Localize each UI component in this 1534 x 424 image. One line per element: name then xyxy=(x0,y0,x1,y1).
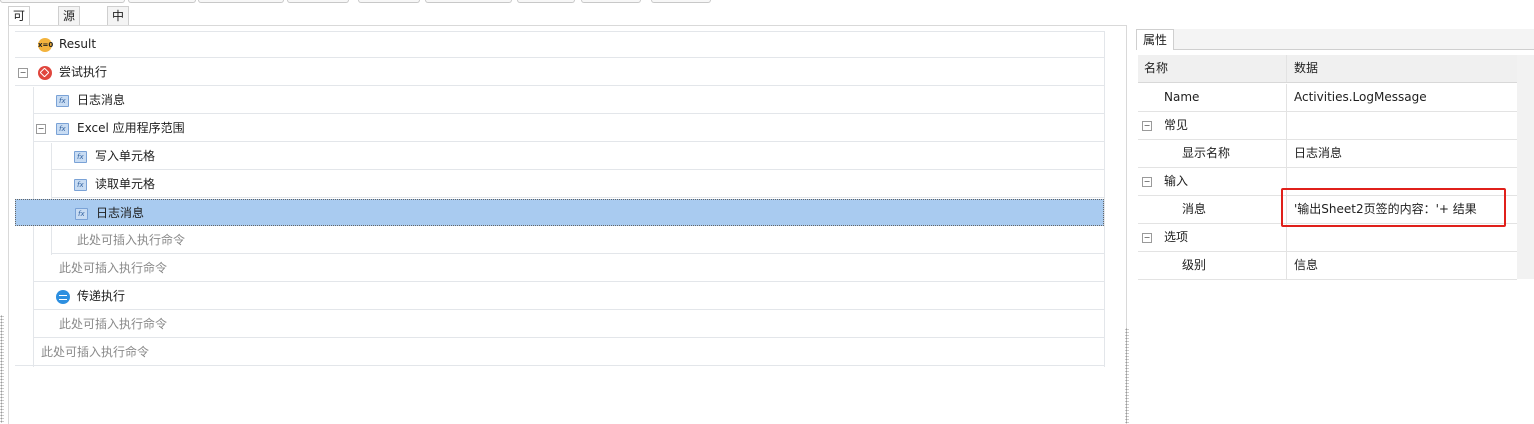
property-row-name[interactable]: Name Activities.LogMessage xyxy=(1138,84,1517,112)
insert-hint: 此处可插入执行命令 xyxy=(41,345,150,359)
properties-scrollbar[interactable] xyxy=(1517,55,1534,279)
column-header-name: 名称 xyxy=(1144,61,1169,75)
fx-icon xyxy=(56,95,69,107)
pass-through-icon xyxy=(56,290,70,304)
workflow-designer: x=0 Result − 尝试执行 日志消息 − Excel 应用程序范围 写入… xyxy=(8,25,1127,424)
column-header-data: 数据 xyxy=(1294,61,1319,75)
property-value[interactable]: 信息 xyxy=(1294,252,1318,279)
property-value: Activities.LogMessage xyxy=(1294,90,1427,104)
resize-grip-icon[interactable] xyxy=(0,315,4,423)
fx-icon xyxy=(74,151,87,163)
toolbar-button[interactable] xyxy=(287,0,349,3)
property-row-display-name[interactable]: 显示名称 日志消息 xyxy=(1138,140,1517,168)
insert-drop-zone[interactable]: 此处可插入执行命令 xyxy=(51,227,1104,254)
fx-icon xyxy=(74,179,87,191)
collapse-icon[interactable]: − xyxy=(18,68,28,78)
result-label: Result xyxy=(59,37,97,51)
column-divider xyxy=(1286,140,1287,168)
column-divider xyxy=(1286,55,1287,82)
tab-chinese-format[interactable]: 中文格式 xyxy=(107,6,130,77)
toolbar-button[interactable] xyxy=(425,0,512,3)
fx-icon xyxy=(75,208,88,220)
property-category-options[interactable]: − 选项 xyxy=(1138,224,1517,252)
list-item[interactable]: 读取单元格 xyxy=(51,171,1104,198)
insert-drop-zone[interactable]: 此处可插入执行命令 xyxy=(33,255,1104,282)
list-item[interactable]: 写入单元格 xyxy=(51,143,1104,170)
property-category-common[interactable]: − 常见 xyxy=(1138,112,1517,140)
toolbar-button[interactable] xyxy=(358,0,420,3)
list-item[interactable]: − Excel 应用程序范围 xyxy=(33,115,1104,142)
toolbar-button[interactable] xyxy=(517,0,575,3)
column-divider xyxy=(1286,84,1287,112)
collapse-icon[interactable]: − xyxy=(1142,121,1152,131)
top-toolbar-remnant xyxy=(0,0,1534,4)
selected-list-item[interactable]: 日志消息 xyxy=(15,199,1104,226)
column-divider xyxy=(1286,112,1287,140)
tree-border xyxy=(15,31,1104,32)
toolbar-button[interactable] xyxy=(581,0,641,3)
log-message-label: 日志消息 xyxy=(96,206,145,220)
tab-properties[interactable]: 属性 xyxy=(1136,29,1175,50)
pass-label: 传递执行 xyxy=(77,289,126,303)
insert-drop-zone[interactable]: 此处可插入执行命令 xyxy=(15,339,1104,366)
property-value[interactable]: 日志消息 xyxy=(1294,140,1342,167)
tab-visual[interactable]: 可视化 xyxy=(8,6,31,59)
insert-hint: 此处可插入执行命令 xyxy=(77,233,186,247)
toolbar-button[interactable] xyxy=(198,0,284,3)
try-label: 尝试执行 xyxy=(59,65,108,79)
property-key: Name xyxy=(1164,90,1200,104)
category-label: 选项 xyxy=(1164,230,1189,244)
properties-header: 名称 数据 xyxy=(1138,55,1517,83)
property-key: 级别 xyxy=(1182,258,1207,272)
category-label: 输入 xyxy=(1164,174,1189,188)
collapse-icon[interactable]: − xyxy=(1142,177,1152,187)
properties-tabbar: 属性 xyxy=(1136,29,1534,50)
toolbar-button[interactable] xyxy=(0,0,125,3)
list-item[interactable]: − 尝试执行 xyxy=(15,59,1104,86)
column-divider xyxy=(1286,224,1287,252)
collapse-icon[interactable]: − xyxy=(36,124,46,134)
toolbar-button[interactable] xyxy=(128,0,196,3)
fx-icon xyxy=(56,123,69,135)
log-message-label: 日志消息 xyxy=(77,93,126,107)
collapse-icon[interactable]: − xyxy=(1142,233,1152,243)
result-icon: x=0 xyxy=(38,38,53,52)
properties-panel: 属性 名称 数据 Name Activities.LogMessage − 常见… xyxy=(1136,29,1534,423)
excel-scope-label: Excel 应用程序范围 xyxy=(77,121,185,135)
tab-source[interactable]: 源代码 xyxy=(58,6,81,59)
property-key: 显示名称 xyxy=(1182,146,1231,160)
insert-drop-zone[interactable]: 此处可插入执行命令 xyxy=(33,311,1104,338)
category-label: 常见 xyxy=(1164,118,1189,132)
splitter-grip-icon[interactable] xyxy=(1125,328,1129,423)
tree-border xyxy=(1104,31,1105,367)
property-row-level[interactable]: 级别 信息 xyxy=(1138,252,1517,280)
list-item[interactable]: x=0 Result xyxy=(15,31,1104,58)
toolbar-button[interactable] xyxy=(651,0,711,3)
write-cell-label: 写入单元格 xyxy=(95,149,156,163)
insert-hint: 此处可插入执行命令 xyxy=(59,261,168,275)
try-catch-icon xyxy=(38,66,52,80)
column-divider xyxy=(1286,252,1287,280)
list-item[interactable]: 日志消息 xyxy=(33,87,1104,114)
insert-hint: 此处可插入执行命令 xyxy=(59,317,168,331)
read-cell-label: 读取单元格 xyxy=(95,177,156,191)
list-item[interactable]: 传递执行 xyxy=(33,283,1104,310)
property-key: 消息 xyxy=(1182,202,1207,216)
annotation-highlight-box xyxy=(1281,188,1506,227)
